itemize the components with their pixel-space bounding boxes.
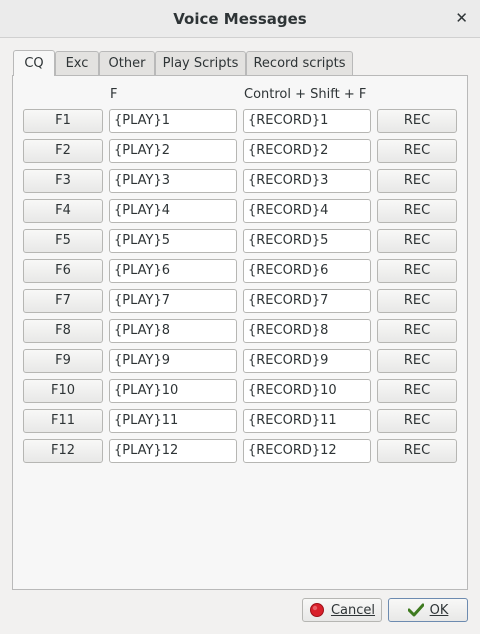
table-row: F8 {PLAY}8 {RECORD}8 REC [13,319,467,343]
tab-exc[interactable]: Exc [55,51,99,75]
function-key-button[interactable]: F1 [23,109,103,133]
shift-column-header: Control + Shift + F [244,87,367,102]
record-message-field[interactable]: {RECORD}8 [243,319,371,343]
function-key-button[interactable]: F9 [23,349,103,373]
tab-cq[interactable]: CQ [13,50,55,76]
play-message-field[interactable]: {PLAY}6 [109,259,237,283]
record-message-field[interactable]: {RECORD}2 [243,139,371,163]
record-message-field[interactable]: {RECORD}9 [243,349,371,373]
window-title: Voice Messages [173,10,307,28]
rec-button[interactable]: REC [377,319,457,343]
rec-button[interactable]: REC [377,409,457,433]
play-message-field[interactable]: {PLAY}3 [109,169,237,193]
play-message-field[interactable]: {PLAY}11 [109,409,237,433]
rec-button[interactable]: REC [377,109,457,133]
play-message-field[interactable]: {PLAY}4 [109,199,237,223]
record-message-field[interactable]: {RECORD}1 [243,109,371,133]
title-bar: Voice Messages ✕ [0,0,480,38]
rec-button[interactable]: REC [377,229,457,253]
ok-label: OK [429,602,449,618]
table-row: F1 {PLAY}1 {RECORD}1 REC [13,109,467,133]
rec-button[interactable]: REC [377,259,457,283]
play-message-field[interactable]: {PLAY}5 [109,229,237,253]
tab-other[interactable]: Other [99,51,155,75]
ok-button[interactable]: OK [388,598,468,622]
table-row: F7 {PLAY}7 {RECORD}7 REC [13,289,467,313]
function-key-button[interactable]: F6 [23,259,103,283]
cancel-button[interactable]: Cancel [302,598,382,622]
record-message-field[interactable]: {RECORD}6 [243,259,371,283]
play-message-field[interactable]: {PLAY}2 [109,139,237,163]
table-row: F10 {PLAY}10 {RECORD}10 REC [13,379,467,403]
checkmark-icon [407,602,424,618]
record-message-field[interactable]: {RECORD}12 [243,439,371,463]
table-row: F5 {PLAY}5 {RECORD}5 REC [13,229,467,253]
rec-button[interactable]: REC [377,379,457,403]
cancel-icon [309,602,325,618]
play-message-field[interactable]: {PLAY}7 [109,289,237,313]
table-row: F11 {PLAY}11 {RECORD}11 REC [13,409,467,433]
record-message-field[interactable]: {RECORD}3 [243,169,371,193]
play-message-field[interactable]: {PLAY}10 [109,379,237,403]
play-message-field[interactable]: {PLAY}8 [109,319,237,343]
rec-button[interactable]: REC [377,139,457,163]
record-message-field[interactable]: {RECORD}5 [243,229,371,253]
record-message-field[interactable]: {RECORD}4 [243,199,371,223]
table-row: F12 {PLAY}12 {RECORD}12 REC [13,439,467,463]
function-key-button[interactable]: F3 [23,169,103,193]
rec-button[interactable]: REC [377,169,457,193]
record-message-field[interactable]: {RECORD}7 [243,289,371,313]
rec-button[interactable]: REC [377,289,457,313]
close-icon[interactable]: ✕ [455,9,468,27]
function-key-button[interactable]: F11 [23,409,103,433]
tab-play-scripts[interactable]: Play Scripts [155,51,246,75]
rec-button[interactable]: REC [377,349,457,373]
table-row: F6 {PLAY}6 {RECORD}6 REC [13,259,467,283]
function-key-button[interactable]: F2 [23,139,103,163]
rec-button[interactable]: REC [377,439,457,463]
function-key-button[interactable]: F5 [23,229,103,253]
table-row: F3 {PLAY}3 {RECORD}3 REC [13,169,467,193]
function-key-button[interactable]: F10 [23,379,103,403]
cancel-label: Cancel [330,602,376,618]
tab-record-scripts[interactable]: Record scripts [246,51,353,75]
play-message-field[interactable]: {PLAY}1 [109,109,237,133]
rec-button[interactable]: REC [377,199,457,223]
play-message-field[interactable]: {PLAY}12 [109,439,237,463]
function-key-button[interactable]: F8 [23,319,103,343]
table-row: F4 {PLAY}4 {RECORD}4 REC [13,199,467,223]
function-key-button[interactable]: F12 [23,439,103,463]
function-key-button[interactable]: F7 [23,289,103,313]
function-key-button[interactable]: F4 [23,199,103,223]
record-message-field[interactable]: {RECORD}10 [243,379,371,403]
record-message-field[interactable]: {RECORD}11 [243,409,371,433]
cq-panel: F Control + Shift + F F1 {PLAY}1 {RECORD}1… [12,75,468,590]
play-message-field[interactable]: {PLAY}9 [109,349,237,373]
f-column-header: F [110,87,118,102]
table-row: F9 {PLAY}9 {RECORD}9 REC [13,349,467,373]
table-row: F2 {PLAY}2 {RECORD}2 REC [13,139,467,163]
